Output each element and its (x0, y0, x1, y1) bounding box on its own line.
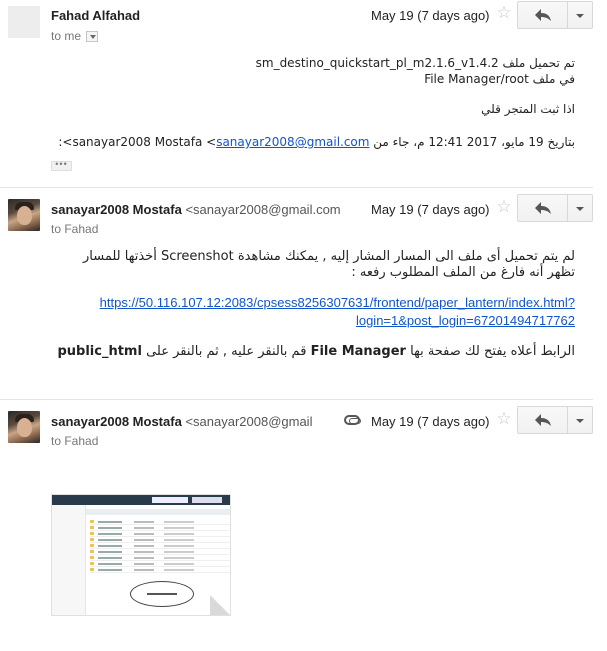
sender-email: <sanayar2008@gmail (185, 414, 313, 429)
body-line: اذا ثبت المتجر قلي (481, 102, 575, 116)
quoted-email-link[interactable]: sanayar2008@gmail.com (216, 135, 369, 149)
sender-name[interactable]: sanayar2008 Mostafa (51, 202, 182, 217)
body-line: تم تحميل ملف sm_destino_quickstart_pl_m2… (255, 56, 575, 70)
thumbnail-file-list (90, 519, 230, 573)
body-line: الرابط أعلاه يفتح لك صفحة بها File Manag… (57, 344, 575, 359)
body-line: في ملف File Manager/root (424, 72, 575, 86)
reply-button[interactable] (517, 1, 568, 29)
reply-icon (535, 202, 551, 214)
thumbnail-toolbar (86, 509, 230, 515)
recipient-line: to Fahad (51, 222, 98, 236)
message-1: Fahad Alfahad to me May 19 (7 days ago) … (0, 0, 607, 186)
recipient-line: to Fahad (51, 434, 98, 448)
bold-text: File Manager (310, 344, 406, 359)
star-icon[interactable]: ☆ (495, 197, 513, 217)
recipient-label: to me (51, 29, 82, 43)
more-options-button[interactable] (568, 194, 593, 222)
link-line: login=1&post_login=67201494717762 (355, 313, 575, 328)
message-date: May 19 (7 days ago) (371, 202, 490, 217)
reply-icon (535, 414, 551, 426)
thumbnail-search (192, 497, 222, 503)
avatar (8, 6, 40, 38)
body-line: لم يتم تحميل أى ملف الى المسار المشار إل… (83, 249, 575, 264)
sender-email: <sanayar2008@gmail.com (185, 202, 341, 217)
avatar (8, 199, 40, 231)
recipient-details-dropdown[interactable] (86, 30, 99, 42)
message-2: sanayar2008 Mostafa <sanayar2008@gmail.c… (0, 188, 607, 398)
star-icon[interactable]: ☆ (495, 409, 513, 429)
body-line: تظهر أنه فارغ من الملف المطلوب رفعه : (351, 265, 575, 280)
message-actions (517, 194, 593, 222)
reply-button[interactable] (517, 406, 568, 434)
more-options-button[interactable] (568, 1, 593, 29)
message-3: sanayar2008 Mostafa <sanayar2008@gmail t… (0, 400, 607, 651)
recipient-label: to Fahad (51, 434, 99, 448)
body-text: قم بالنقر عليه , ثم بالنقر على (146, 344, 307, 359)
avatar (8, 411, 40, 443)
sender-name[interactable]: Fahad Alfahad (51, 8, 140, 23)
sender-header[interactable]: sanayar2008 Mostafa <sanayar2008@gmail (51, 414, 312, 429)
message-date: May 19 (7 days ago) (371, 8, 490, 23)
page-curl-shadow (210, 595, 230, 615)
cpanel-link[interactable]: https://50.116.107.12:2083/cpsess8256307… (100, 294, 575, 330)
link-line: https://50.116.107.12:2083/cpsess8256307… (99, 295, 575, 310)
thumbnail-search (152, 497, 188, 503)
recipient-label: to Fahad (51, 222, 99, 236)
sender-header[interactable]: sanayar2008 Mostafa <sanayar2008@gmail.c… (51, 202, 341, 217)
message-date: May 19 (7 days ago) (371, 414, 490, 429)
paperclip-icon (344, 415, 361, 425)
quoted-header-suffix: >: (58, 135, 73, 149)
reply-button[interactable] (517, 194, 568, 222)
thumbnail-speech-cloud (130, 581, 194, 607)
thumbnail-sidebar (52, 505, 86, 615)
more-options-button[interactable] (568, 406, 593, 434)
show-trimmed-content-button[interactable]: ••• (51, 160, 72, 171)
message-actions (517, 1, 593, 29)
sender-name[interactable]: sanayar2008 Mostafa (51, 414, 182, 429)
message-actions (517, 406, 593, 434)
recipient-line: to me (51, 29, 99, 43)
star-icon[interactable]: ☆ (495, 3, 513, 23)
bold-text: public_html (57, 344, 142, 359)
quoted-header: بتاريخ 19 مايو، 2017 12:41 م، جاء من san… (58, 135, 575, 149)
body-text: الرابط أعلاه يفتح لك صفحة بها (410, 344, 575, 359)
attachment-thumbnail[interactable] (51, 494, 231, 616)
reply-icon (535, 9, 551, 21)
